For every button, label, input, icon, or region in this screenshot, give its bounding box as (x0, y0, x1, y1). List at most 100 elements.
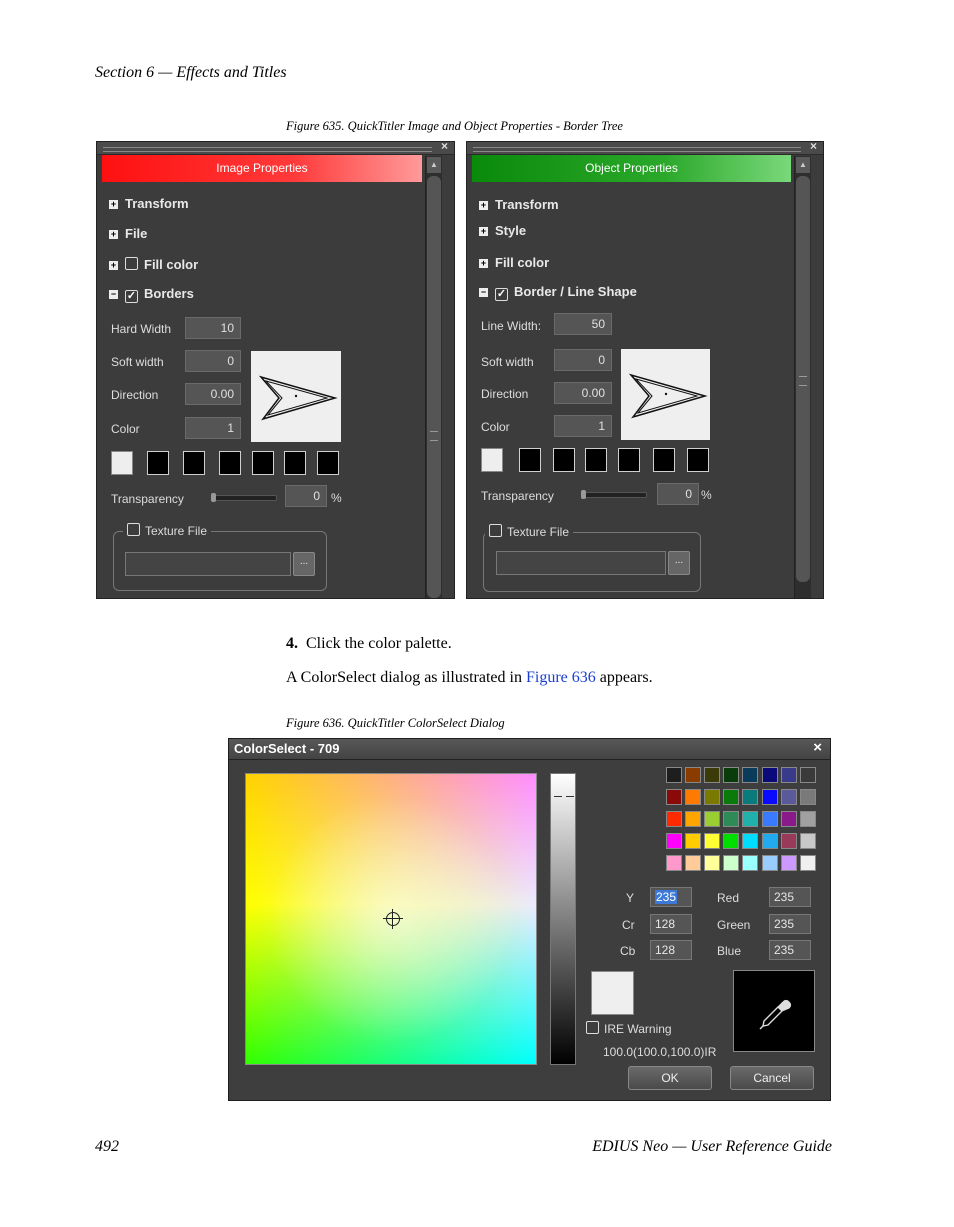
palette-swatch[interactable] (799, 833, 816, 849)
palette-swatch[interactable] (685, 789, 702, 805)
checkbox-checked[interactable]: ✓ (495, 288, 508, 301)
palette-swatch[interactable] (742, 811, 759, 827)
cancel-button[interactable]: Cancel (730, 1066, 814, 1090)
ok-button[interactable]: OK (628, 1066, 712, 1090)
crosshair-icon[interactable] (383, 909, 403, 929)
palette-swatch[interactable] (685, 833, 702, 849)
color-swatch[interactable] (111, 451, 133, 475)
luminance-slider[interactable] (550, 773, 576, 1065)
hard-width-input[interactable]: 10 (185, 317, 241, 339)
expand-icon[interactable]: + (109, 261, 118, 270)
color-swatch[interactable] (653, 448, 675, 472)
color-swatch[interactable] (481, 448, 503, 472)
checkbox-unchecked[interactable] (489, 524, 502, 537)
palette-swatch[interactable] (723, 855, 740, 871)
dialog-title-bar[interactable]: ColorSelect - 709 × (229, 739, 830, 760)
color-input[interactable]: 1 (185, 417, 241, 439)
palette-swatch[interactable] (723, 833, 740, 849)
tree-item-transform[interactable]: + Transform (479, 197, 559, 212)
direction-input[interactable]: 0.00 (554, 382, 612, 404)
texture-path-input[interactable] (125, 552, 291, 576)
collapse-icon[interactable]: − (479, 288, 488, 297)
checkbox-checked[interactable]: ✓ (125, 290, 138, 303)
palette-swatch[interactable] (761, 811, 778, 827)
palette-swatch[interactable] (723, 811, 740, 827)
transparency-input[interactable]: 0 (285, 485, 327, 507)
scrollbar[interactable]: ▲ (794, 156, 811, 598)
tree-item-fill-color[interactable]: + Fill color (479, 255, 549, 270)
color-swatch[interactable] (317, 451, 339, 475)
color-input[interactable]: 1 (554, 415, 612, 437)
palette-swatch[interactable] (666, 789, 682, 805)
expand-icon[interactable]: + (479, 227, 488, 236)
palette-swatch[interactable] (666, 855, 682, 871)
color-swatch[interactable] (585, 448, 607, 472)
color-swatch[interactable] (252, 451, 274, 475)
texture-path-input[interactable] (496, 551, 666, 575)
close-icon[interactable]: × (810, 142, 817, 153)
expand-icon[interactable]: + (109, 230, 118, 239)
texture-file-toggle[interactable]: Texture File (485, 524, 574, 539)
tree-item-border-line-shape[interactable]: − ✓ Border / Line Shape (479, 284, 637, 301)
palette-swatch[interactable] (723, 789, 740, 805)
green-input[interactable]: 235 (769, 914, 811, 934)
palette-swatch[interactable] (704, 811, 721, 827)
palette-swatch[interactable] (799, 789, 816, 805)
ire-warning-toggle[interactable]: IRE Warning (586, 1021, 672, 1036)
checkbox-unchecked[interactable] (127, 523, 140, 536)
color-swatch[interactable] (147, 451, 169, 475)
palette-swatch[interactable] (742, 855, 759, 871)
palette-swatch[interactable] (704, 855, 721, 871)
palette-swatch[interactable] (666, 833, 682, 849)
line-width-input[interactable]: 50 (554, 313, 612, 335)
scrollbar[interactable]: ▲ (425, 156, 442, 598)
palette-swatch[interactable] (799, 811, 816, 827)
palette-swatch[interactable] (799, 855, 816, 871)
soft-width-input[interactable]: 0 (554, 349, 612, 371)
panel-grip-bar[interactable]: × (97, 142, 454, 155)
expand-icon[interactable]: + (109, 200, 118, 209)
palette-swatch[interactable] (780, 855, 797, 871)
eyedropper-button[interactable] (733, 970, 815, 1052)
transparency-input[interactable]: 0 (657, 483, 699, 505)
palette-swatch[interactable] (742, 833, 759, 849)
scroll-up-icon[interactable]: ▲ (427, 157, 441, 173)
palette-swatch[interactable] (780, 767, 797, 783)
expand-icon[interactable]: + (479, 259, 488, 268)
palette-swatch[interactable] (666, 811, 682, 827)
slider-handle[interactable] (581, 490, 586, 499)
palette-swatch[interactable] (780, 833, 797, 849)
palette-swatch[interactable] (742, 767, 759, 783)
palette-swatch[interactable] (761, 833, 778, 849)
checkbox-unchecked[interactable] (125, 257, 138, 270)
color-swatch[interactable] (519, 448, 541, 472)
browse-button[interactable]: ... (293, 552, 315, 576)
color-swatch[interactable] (553, 448, 575, 472)
palette-swatch[interactable] (780, 811, 797, 827)
tree-item-style[interactable]: + Style (479, 223, 526, 238)
direction-input[interactable]: 0.00 (185, 383, 241, 405)
y-input[interactable]: 235 (650, 887, 692, 907)
color-swatch[interactable] (618, 448, 640, 472)
scroll-thumb[interactable] (427, 176, 441, 598)
checkbox-unchecked[interactable] (586, 1021, 599, 1034)
color-swatch[interactable] (687, 448, 709, 472)
slider-handle[interactable] (211, 493, 216, 502)
tree-item-file[interactable]: + File (109, 226, 147, 241)
palette-swatch[interactable] (685, 855, 702, 871)
transparency-slider[interactable] (211, 493, 277, 502)
browse-button[interactable]: ... (668, 551, 690, 575)
color-swatch[interactable] (183, 451, 205, 475)
luminance-marker[interactable] (566, 796, 574, 797)
cr-input[interactable]: 128 (650, 914, 692, 934)
red-input[interactable]: 235 (769, 887, 811, 907)
tree-item-transform[interactable]: + Transform (109, 196, 189, 211)
palette-swatch[interactable] (761, 855, 778, 871)
texture-file-toggle[interactable]: Texture File (123, 523, 212, 538)
scroll-thumb[interactable] (796, 176, 810, 582)
tree-item-borders[interactable]: − ✓ Borders (109, 286, 194, 303)
soft-width-input[interactable]: 0 (185, 350, 241, 372)
close-icon[interactable]: × (813, 739, 822, 756)
cb-input[interactable]: 128 (650, 940, 692, 960)
color-field[interactable] (245, 773, 537, 1065)
